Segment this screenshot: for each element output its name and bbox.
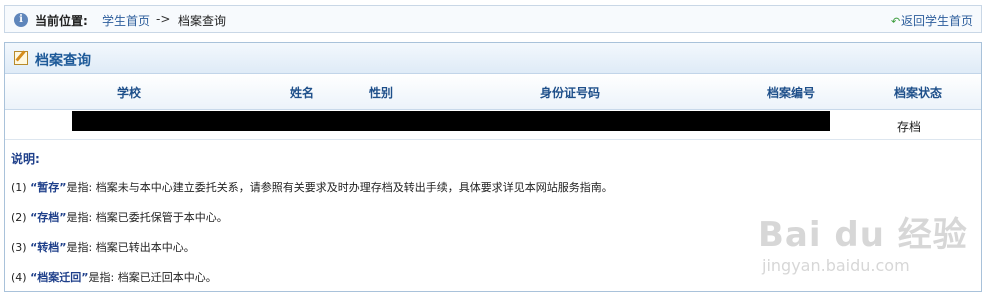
table-header: 学校 姓名 性别 身份证号码 档案编号 档案状态 [5, 74, 981, 110]
breadcrumb-home-link[interactable]: 学生首页 [102, 12, 150, 29]
column-header-archive-status: 档案状态 [894, 86, 943, 100]
info-icon: i [14, 13, 28, 27]
note-prefix: (4) [11, 271, 31, 284]
note-prefix: (3) [11, 241, 31, 254]
note-term: “暂存” [30, 181, 67, 194]
note-text: 是指: 档案已转出本中心。 [66, 241, 195, 254]
note-prefix: (1) [11, 181, 31, 194]
note-item: (4) “档案迁回”是指: 档案已迁回本中心。 [11, 269, 217, 285]
redacted-row-data [72, 111, 830, 131]
column-header-gender: 性别 [369, 86, 394, 100]
edit-note-icon [14, 51, 28, 65]
back-arrow-icon: ↶ [890, 15, 901, 28]
breadcrumb-separator: -> [156, 12, 171, 26]
column-header-id-number: 身份证号码 [540, 86, 601, 100]
note-term: “档案迁回” [30, 271, 89, 284]
note-item: (2) “存档”是指: 档案已委托保管于本中心。 [11, 209, 228, 225]
note-text: 是指: 档案已迁回本中心。 [88, 271, 217, 284]
archive-status-cell: 存档 [897, 120, 922, 134]
panel-header: 档案查询 [5, 43, 981, 74]
note-text: 是指: 档案未与本中心建立委托关系，请参照有关要求及时办理存档及转出手续，具体要… [66, 181, 613, 194]
column-header-school: 学校 [117, 86, 142, 100]
note-item: (3) “转档”是指: 档案已转出本中心。 [11, 239, 195, 255]
notes-title: 说明: [11, 152, 40, 166]
back-to-home-link[interactable]: ↶返回学生首页 [891, 12, 973, 29]
note-term: “存档” [30, 211, 67, 224]
breadcrumb-current: 档案查询 [178, 14, 227, 28]
back-link-label: 返回学生首页 [900, 14, 973, 28]
column-header-name: 姓名 [290, 86, 315, 100]
archive-query-panel: 档案查询 学校 姓名 性别 身份证号码 档案编号 档案状态 存档 说明: (1)… [4, 42, 982, 292]
location-label: 当前位置: [35, 14, 88, 28]
note-prefix: (2) [11, 211, 31, 224]
panel-title: 档案查询 [35, 53, 91, 69]
location-bar: i 当前位置: 学生首页 -> 档案查询 ↶返回学生首页 [4, 5, 982, 33]
note-text: 是指: 档案已委托保管于本中心。 [66, 211, 228, 224]
note-term: “转档” [30, 241, 67, 254]
table-row: 存档 [5, 110, 981, 140]
column-header-archive-number: 档案编号 [767, 86, 816, 100]
note-item: (1) “暂存”是指: 档案未与本中心建立委托关系，请参照有关要求及时办理存档及… [11, 179, 613, 195]
